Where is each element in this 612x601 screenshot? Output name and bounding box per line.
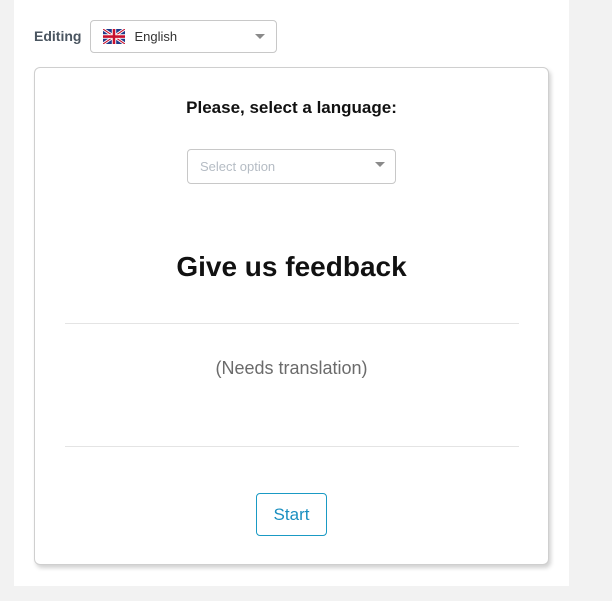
editor-panel: Editing English Please, select a languag… <box>14 0 569 586</box>
divider <box>65 323 519 324</box>
divider <box>65 446 519 447</box>
chevron-down-icon <box>255 33 266 39</box>
start-button[interactable]: Start <box>256 493 327 536</box>
feedback-heading: Give us feedback <box>176 251 407 282</box>
language-select[interactable]: Select option <box>187 149 396 184</box>
editing-language-dropdown[interactable]: English <box>90 19 278 53</box>
feedback-preview-card: Please, select a language: Select option… <box>34 67 549 565</box>
editing-label: Editing <box>34 28 82 44</box>
editing-language-value: English <box>134 28 178 44</box>
editing-row: Editing English <box>34 19 278 53</box>
chevron-down-icon <box>375 162 385 167</box>
language-prompt: Please, select a language: <box>186 98 397 117</box>
feedback-subtext: (Needs translation) <box>215 358 368 378</box>
uk-flag-icon <box>103 28 126 44</box>
app-root: Editing English Please, select a languag… <box>0 0 612 601</box>
language-select-placeholder: Select option <box>200 159 276 174</box>
